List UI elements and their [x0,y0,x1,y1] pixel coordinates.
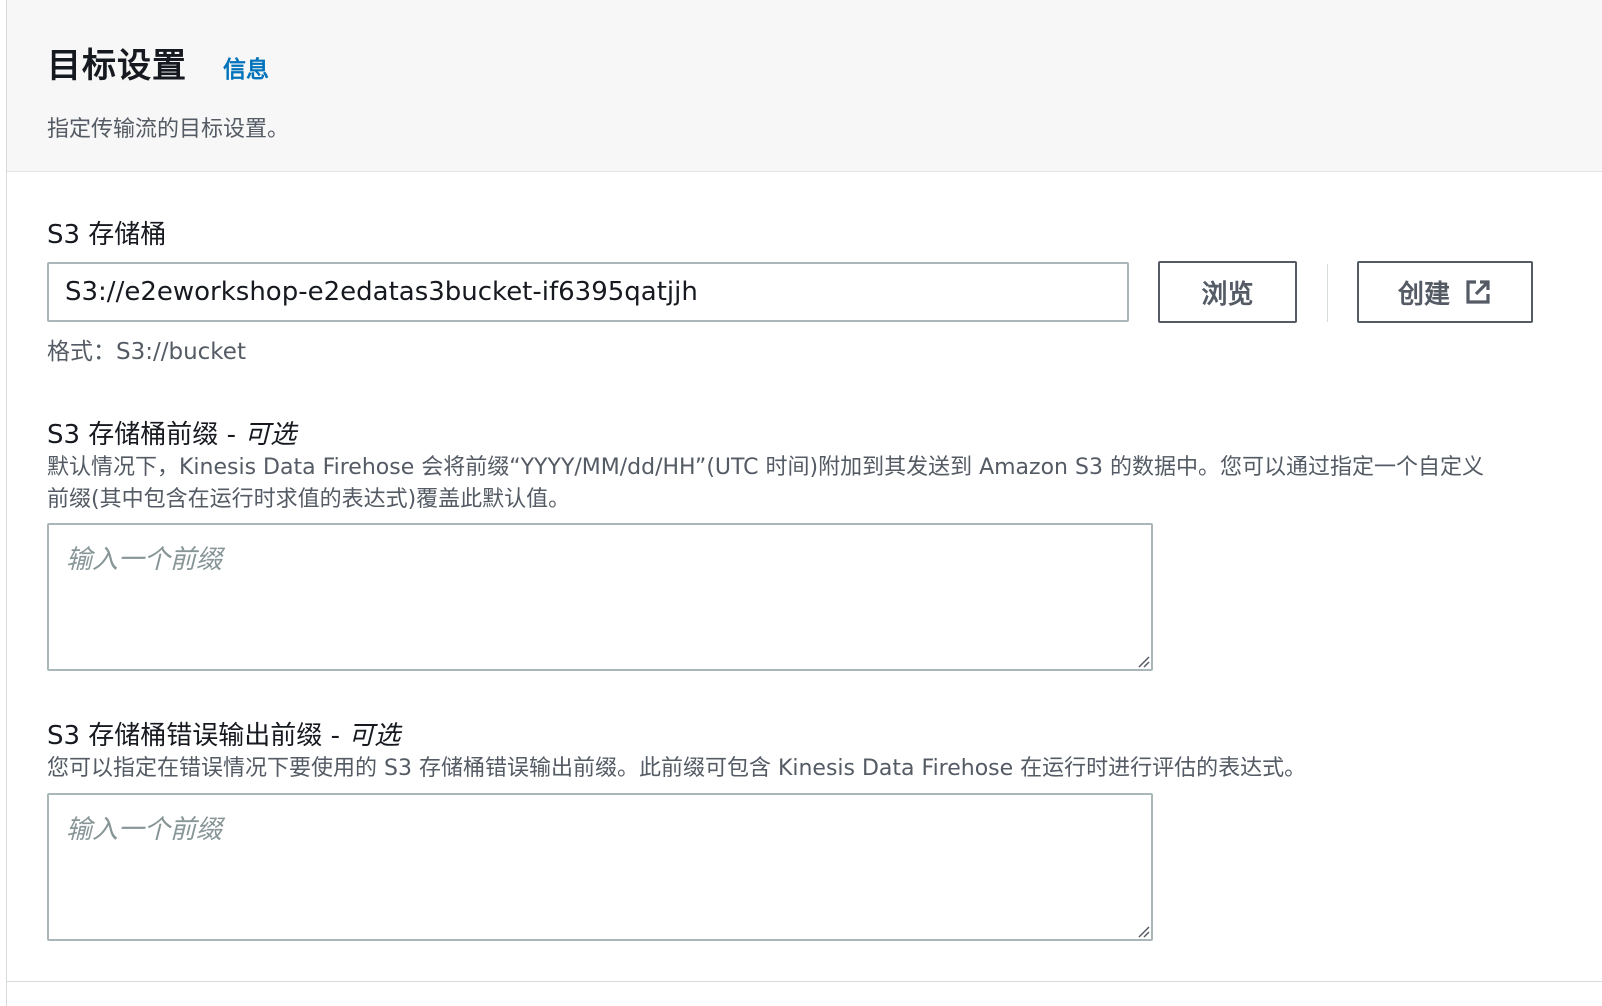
resize-handle-icon[interactable] [1136,924,1150,938]
create-button-label: 创建 [1397,279,1450,310]
s3-error-prefix-help: 您可以指定在错误情况下要使用的 S3 存储桶错误输出前缀。此前缀可包含 Kine… [47,756,1307,781]
panel-bottom-border [7,981,1602,982]
s3-prefix-help-line: 默认情况下，Kinesis Data Firehose 会将前缀“YYYY/MM… [47,455,1484,480]
create-button[interactable]: 创建 [1357,261,1533,323]
s3-prefix-label: S3 存储桶前缀 - 可选 [47,414,296,451]
s3-prefix-textarea[interactable] [47,523,1153,671]
s3-error-prefix-label: S3 存储桶错误输出前缀 - 可选 [47,715,400,752]
panel-header: 目标设置 信息 指定传输流的目标设置。 [7,0,1602,172]
external-link-icon [1464,278,1492,306]
format-hint: 格式：S3://bucket [47,339,246,365]
resize-handle-icon[interactable] [1136,654,1150,668]
panel-description: 指定传输流的目标设置。 [47,117,290,142]
s3-prefix-help: 默认情况下，Kinesis Data Firehose 会将前缀“YYYY/MM… [47,452,1484,516]
browse-button-label: 浏览 [1201,279,1254,310]
s3-bucket-input[interactable] [47,262,1129,322]
s3-error-prefix-textarea[interactable] [47,793,1153,941]
optional-tag: 可选 [244,420,297,450]
button-divider [1327,264,1328,322]
s3-error-prefix-label-text: S3 存储桶错误输出前缀 - [47,721,349,751]
s3-bucket-label: S3 存储桶 [47,220,167,250]
info-link[interactable]: 信息 [223,50,269,84]
page-title: 目标设置 [47,46,187,86]
s3-prefix-label-text: S3 存储桶前缀 - [47,420,245,450]
browse-button[interactable]: 浏览 [1158,261,1297,323]
destination-settings-panel: 目标设置 信息 指定传输流的目标设置。 S3 存储桶 浏览 创建 格式：S3:/… [6,0,1602,1006]
optional-tag: 可选 [348,721,401,751]
s3-prefix-help-line: 前缀(其中包含在运行时求值的表达式)覆盖此默认值。 [47,487,571,512]
